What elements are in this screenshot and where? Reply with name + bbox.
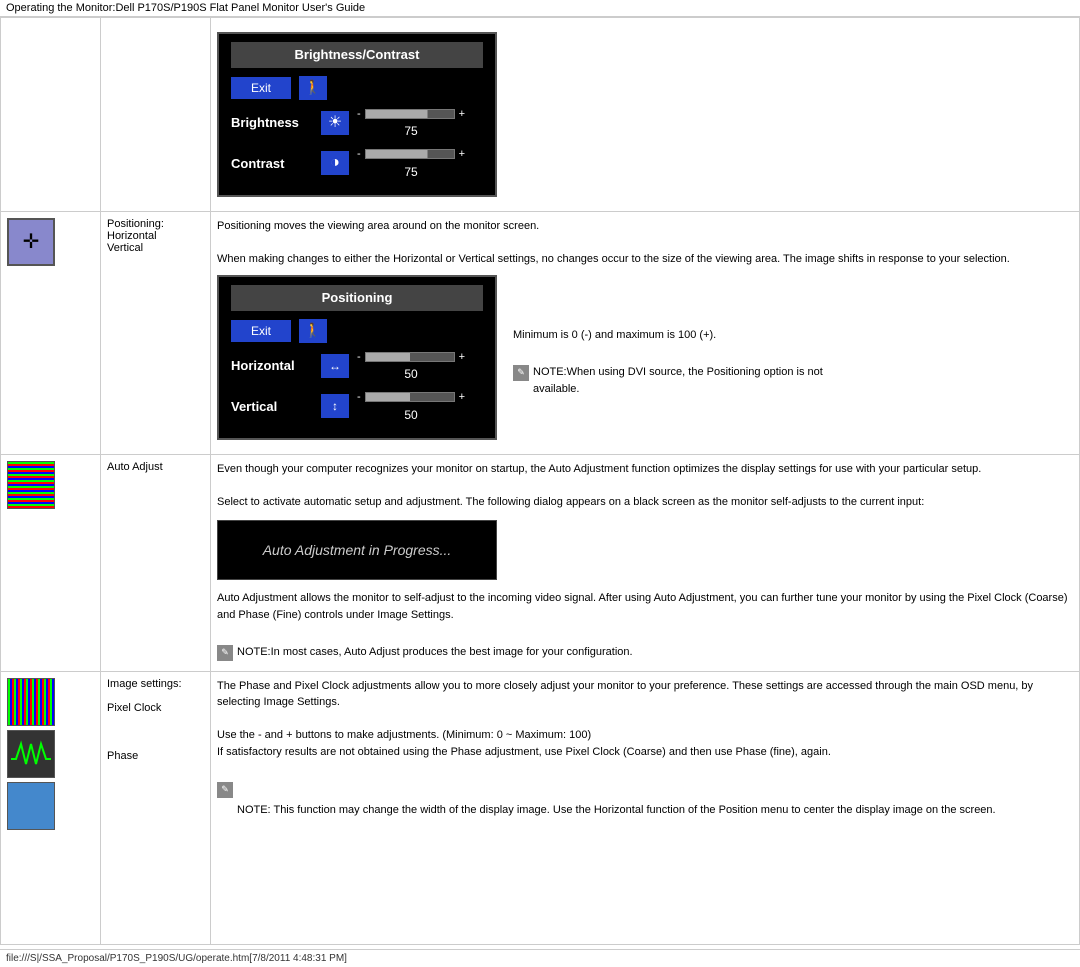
note-icon: ✎ <box>513 365 529 381</box>
osd-exit-icon: 🚶 <box>299 76 327 100</box>
imagesettings-note-text: NOTE: This function may change the width… <box>237 802 1073 819</box>
auto-adjust-text: Auto Adjustment in Progress... <box>263 540 452 561</box>
label-cell-brightness <box>101 18 211 212</box>
osd-vertical-icon: ↕ <box>321 394 349 418</box>
osd-row-exit: Exit 🚶 <box>231 76 483 100</box>
imagesettings-label1: Image settings: <box>107 678 182 690</box>
osd-positioning: Positioning Exit 🚶 Horizontal ↔ - <box>217 275 497 440</box>
phase-icon <box>7 782 55 830</box>
osd-horizontal-row: Horizontal ↔ - + 50 <box>231 349 483 384</box>
osd-exit-button[interactable]: Exit <box>231 77 291 99</box>
v-minus-icon: - <box>357 389 361 406</box>
osd-contrast-slider[interactable]: - + 75 <box>357 146 465 181</box>
bottom-bar: file:///S|/SSA_Proposal/P170S_P190S/UG/o… <box>0 949 1080 967</box>
osd-horizontal-label: Horizontal <box>231 356 321 376</box>
content-cell-positioning: Positioning moves the viewing area aroun… <box>211 211 1080 454</box>
top-bar: Operating the Monitor:Dell P170S/P190S F… <box>0 0 1080 17</box>
osd-brightness-value: 75 <box>404 122 417 140</box>
imagesettings-para2-detail: If satisfactory results are not obtained… <box>217 744 1073 761</box>
osd-brightness-label: Brightness <box>231 113 321 133</box>
osd-horizontal-slider[interactable]: - + 50 <box>357 349 465 384</box>
osd-pos-exit-button[interactable]: Exit <box>231 320 291 342</box>
wave-svg <box>11 739 51 769</box>
label-cell-positioning: Positioning:HorizontalVertical <box>101 211 211 454</box>
osd-brightness-contrast: Brightness/Contrast Exit 🚶 Brightness ☀ … <box>217 32 497 197</box>
positioning-detail: When making changes to either the Horizo… <box>217 251 1073 268</box>
autoadjust-para3: Auto Adjustment allows the monitor to se… <box>217 590 1073 623</box>
osd-row-contrast: Contrast ◑ - + 75 <box>231 146 483 181</box>
icon-cell-positioning: ✛ <box>1 211 101 454</box>
content-cell-brightness: Brightness/Contrast Exit 🚶 Brightness ☀ … <box>211 18 1080 212</box>
icon-cell-brightness <box>1 18 101 212</box>
pixelclock-icon <box>7 730 55 778</box>
h-minus-icon: - <box>357 349 361 366</box>
autoadjust-para2: Select to activate automatic setup and a… <box>217 494 1073 511</box>
icon-cell-imagesettings <box>1 671 101 945</box>
osd-plus-icon: + <box>459 106 465 123</box>
positioning-note-box: ✎ NOTE:When using DVI source, the Positi… <box>513 364 853 397</box>
imagesettings-note-box: ✎ <box>217 781 1073 798</box>
osd-contrast-plus-icon: + <box>459 146 465 163</box>
icon-cell-autoadjust <box>1 454 101 671</box>
osd-pos-exit-icon: 🚶 <box>299 319 327 343</box>
autoadjust-note-box: ✎ NOTE:In most cases, Auto Adjust produc… <box>217 644 1073 661</box>
imagesettings-label3: Phase <box>107 750 138 762</box>
osd-contrast-label: Contrast <box>231 154 321 174</box>
osd-vertical-value: 50 <box>404 406 417 424</box>
auto-adjust-dialog: Auto Adjustment in Progress... <box>217 520 497 580</box>
osd-title-brightness: Brightness/Contrast <box>231 42 483 68</box>
label-cell-autoadjust: Auto Adjust <box>101 454 211 671</box>
table-row: Auto Adjust Even though your computer re… <box>1 454 1080 671</box>
imagesettings-para2-label: Use the - and + buttons to make adjustme… <box>217 727 1073 744</box>
note-icon-imagesettings: ✎ <box>217 782 233 798</box>
positioning-note: NOTE:When using DVI source, the Position… <box>533 364 853 397</box>
content-cell-imagesettings: The Phase and Pixel Clock adjustments al… <box>211 671 1080 945</box>
osd-row-brightness: Brightness ☀ - + 75 <box>231 106 483 141</box>
autoadjust-para1: Even though your computer recognizes you… <box>217 461 1073 478</box>
autoadjust-note: NOTE:In most cases, Auto Adjust produces… <box>237 644 633 661</box>
h-plus-icon: + <box>459 349 465 366</box>
osd-track <box>365 109 455 119</box>
note-icon-autoadjust: ✎ <box>217 645 233 661</box>
osd-pos-exit-row: Exit 🚶 <box>231 319 483 343</box>
v-plus-icon: + <box>459 389 465 406</box>
osd-vertical-row: Vertical ↕ - + 50 <box>231 389 483 424</box>
imagesettings-icon <box>7 678 55 726</box>
table-row: Brightness/Contrast Exit 🚶 Brightness ☀ … <box>1 18 1080 212</box>
osd-positioning-title: Positioning <box>231 285 483 311</box>
positioning-icon: ✛ <box>7 218 55 266</box>
positioning-intro: Positioning moves the viewing area aroun… <box>217 218 1073 235</box>
imagesettings-label2: Pixel Clock <box>107 702 161 714</box>
osd-brightness-icon: ☀ <box>321 111 349 135</box>
positioning-minmax: Minimum is 0 (-) and maximum is 100 (+). <box>513 327 853 344</box>
content-cell-autoadjust: Even though your computer recognizes you… <box>211 454 1080 671</box>
file-path: file:///S|/SSA_Proposal/P170S_P190S/UG/o… <box>6 953 347 964</box>
page-title: Operating the Monitor:Dell P170S/P190S F… <box>6 2 365 14</box>
osd-contrast-minus-icon: - <box>357 146 361 163</box>
v-track <box>365 392 455 402</box>
table-row: ✛ Positioning:HorizontalVertical Positio… <box>1 211 1080 454</box>
osd-horizontal-icon: ↔ <box>321 354 349 378</box>
autoadjust-icon <box>7 461 55 509</box>
osd-vertical-label: Vertical <box>231 397 321 417</box>
osd-contrast-track <box>365 149 455 159</box>
autoadjust-label: Auto Adjust <box>107 461 163 473</box>
h-track <box>365 352 455 362</box>
main-table: Brightness/Contrast Exit 🚶 Brightness ☀ … <box>0 17 1080 945</box>
osd-horizontal-value: 50 <box>404 365 417 383</box>
osd-brightness-slider[interactable]: - + 75 <box>357 106 465 141</box>
imagesettings-para1: The Phase and Pixel Clock adjustments al… <box>217 678 1073 711</box>
osd-vertical-slider[interactable]: - + 50 <box>357 389 465 424</box>
table-row: Image settings: Pixel Clock Phase The Ph… <box>1 671 1080 945</box>
osd-contrast-value: 75 <box>404 163 417 181</box>
label-cell-imagesettings: Image settings: Pixel Clock Phase <box>101 671 211 945</box>
osd-contrast-icon: ◑ <box>321 151 349 175</box>
osd-minus-icon: - <box>357 106 361 123</box>
positioning-label: Positioning:HorizontalVertical <box>107 218 164 254</box>
